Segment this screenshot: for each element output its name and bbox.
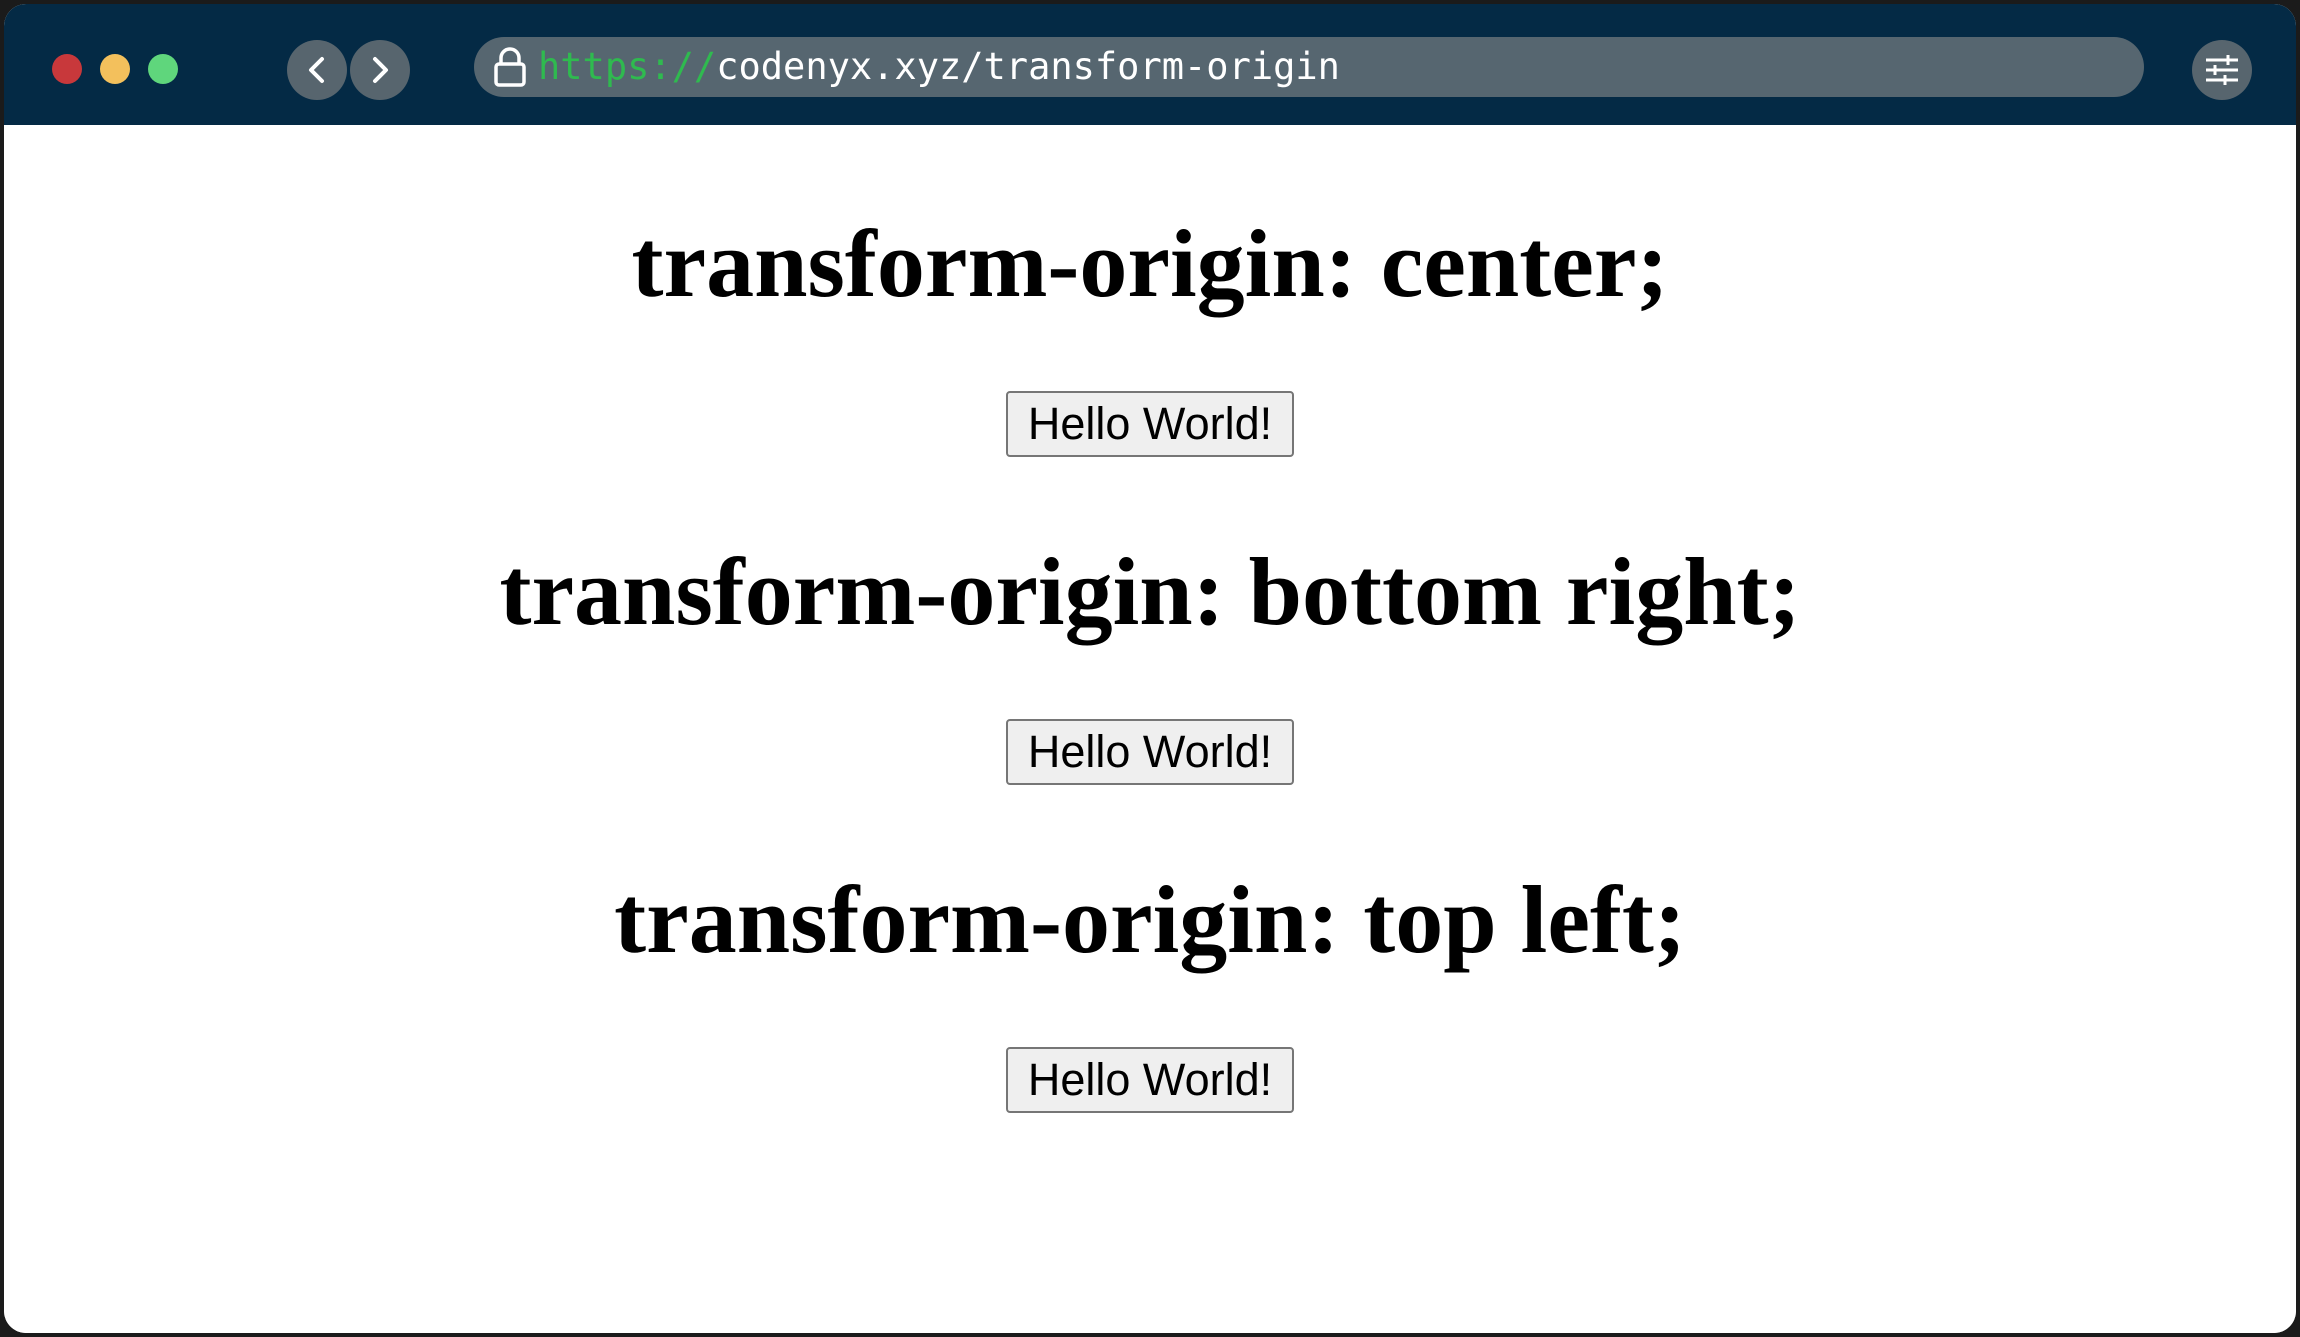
close-window-button[interactable] xyxy=(52,54,82,84)
browser-menu-button[interactable] xyxy=(2192,40,2252,100)
forward-button[interactable] xyxy=(350,40,410,100)
button-container: Hello World! xyxy=(4,1047,2296,1113)
lock-icon xyxy=(490,45,530,89)
url-text: https://codenyx.xyz/transform-origin xyxy=(538,37,1340,97)
hello-world-button-center[interactable]: Hello World! xyxy=(1006,391,1294,457)
heading-transform-origin-bottom-right: transform-origin: bottom right; xyxy=(499,538,1801,645)
button-container: Hello World! xyxy=(4,391,2296,457)
page-content: transform-origin: center; Hello World! t… xyxy=(4,125,2296,1333)
hello-world-button-bottom-right[interactable]: Hello World! xyxy=(1006,719,1294,785)
address-bar[interactable]: https://codenyx.xyz/transform-origin xyxy=(474,37,2144,97)
url-scheme: https:// xyxy=(538,45,717,88)
button-container: Hello World! xyxy=(4,719,2296,785)
chevron-left-icon xyxy=(309,57,324,83)
maximize-window-button[interactable] xyxy=(148,54,178,84)
chevron-right-icon xyxy=(373,57,388,83)
heading-transform-origin-center: transform-origin: center; xyxy=(631,210,1669,317)
hello-world-button-top-left[interactable]: Hello World! xyxy=(1006,1047,1294,1113)
sliders-icon xyxy=(2206,55,2238,85)
browser-window: https://codenyx.xyz/transform-origin tra… xyxy=(4,4,2296,1333)
minimize-window-button[interactable] xyxy=(100,54,130,84)
url-path: codenyx.xyz/transform-origin xyxy=(716,45,1340,88)
browser-titlebar: https://codenyx.xyz/transform-origin xyxy=(4,4,2296,125)
back-button[interactable] xyxy=(287,40,347,100)
heading-transform-origin-top-left: transform-origin: top left; xyxy=(614,866,1686,973)
